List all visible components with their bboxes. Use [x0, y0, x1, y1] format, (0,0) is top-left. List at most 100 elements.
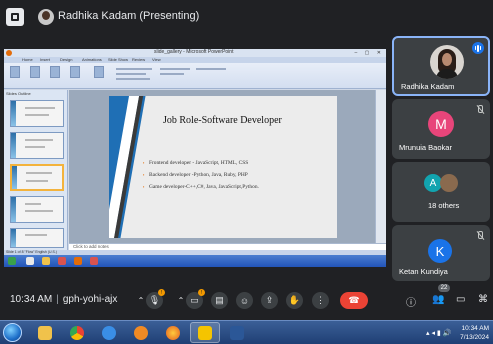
presentation-icon[interactable]	[6, 8, 24, 26]
camera-toggle-button[interactable]: ▭!	[186, 289, 205, 309]
chrome-icon	[70, 325, 84, 340]
system-clock[interactable]: 10:34 AM 7/13/2024	[460, 324, 489, 342]
slide-thumbnail[interactable]	[10, 196, 64, 223]
ribbon-tab-animations[interactable]: Animations	[82, 57, 102, 62]
emoji-button[interactable]: ☺	[236, 292, 253, 309]
slide-thumbnail[interactable]	[10, 132, 64, 159]
firefox-icon	[166, 325, 180, 340]
slide-thumbnail[interactable]	[10, 100, 64, 127]
people-count-badge: 22	[438, 284, 450, 292]
start-icon	[8, 257, 16, 265]
vertical-scrollbar[interactable]	[375, 90, 386, 243]
shared-taskbar	[4, 255, 386, 267]
system-tray-icons[interactable]: ▴ ◂ ▮ 🔊	[426, 329, 451, 337]
windows-taskbar: ▴ ◂ ▮ 🔊 10:34 AM 7/13/2024	[0, 320, 493, 344]
participant-avatar: K	[428, 239, 452, 263]
ribbon-button[interactable]	[50, 66, 60, 78]
participant-name: Radhika Kadam	[401, 82, 455, 91]
raise-hand-button[interactable]: ✋	[286, 292, 303, 309]
slide-title: Job Role-Software Developer	[163, 115, 282, 126]
ribbon-tab-insert[interactable]: Insert	[40, 57, 50, 62]
media-player-icon	[134, 325, 148, 340]
internet-explorer-icon	[102, 325, 116, 340]
ribbon-option[interactable]	[116, 78, 150, 80]
slide-thumbnail-selected[interactable]	[10, 164, 64, 191]
people-icon[interactable]: 👥	[432, 294, 444, 305]
activities-icon[interactable]: ⌘	[478, 294, 488, 305]
participant-tile-others[interactable]: A 18 others	[392, 162, 490, 222]
top-bar: Radhika Kadam (Presenting)	[0, 0, 493, 34]
ribbon-tab-home[interactable]: Home	[22, 57, 33, 62]
camera-options-chevron-icon[interactable]: ⌃	[176, 292, 186, 309]
ribbon-button[interactable]	[94, 66, 104, 78]
word-icon	[230, 325, 244, 340]
ribbon-option[interactable]	[116, 73, 146, 75]
ribbon-option[interactable]	[196, 68, 226, 70]
clock-time: 10:34 AM	[461, 325, 489, 332]
participant-avatar-photo	[440, 174, 458, 192]
captions-button[interactable]: ▤	[211, 292, 228, 309]
ribbon-button[interactable]	[70, 66, 80, 78]
taskbar-app-media[interactable]	[126, 322, 156, 343]
office-button-icon[interactable]	[6, 50, 12, 56]
slides-panel: Slides Outline	[4, 90, 68, 250]
mic-options-chevron-icon[interactable]: ⌃	[136, 292, 146, 309]
ribbon-tab-review[interactable]: Review	[132, 57, 145, 62]
ribbon	[4, 63, 386, 89]
leave-call-button[interactable]: ☎	[340, 292, 368, 309]
slides-panel-tabs[interactable]: Slides Outline	[6, 91, 31, 96]
mic-toggle-button[interactable]: 🎙!	[146, 289, 165, 309]
ribbon-tab-slide-show[interactable]: Slide Show	[108, 57, 128, 62]
slide-canvas: Job Role-Software Developer Frontend dev…	[69, 90, 375, 243]
participant-avatar: M	[428, 111, 454, 137]
current-slide[interactable]: Job Role-Software Developer Frontend dev…	[109, 96, 337, 238]
taskbar-app-ie[interactable]	[94, 322, 124, 343]
chat-icon[interactable]: ▭	[456, 294, 465, 305]
more-options-button[interactable]: ⋮	[312, 292, 329, 309]
participant-photo	[430, 45, 464, 79]
ribbon-tab-design[interactable]: Design	[60, 57, 72, 62]
start-button[interactable]	[3, 323, 22, 342]
participant-tile-self[interactable]: Radhika Kadam	[392, 36, 490, 96]
presenter-name: Radhika Kadam (Presenting)	[58, 10, 200, 22]
meeting-details-icon[interactable]: ⓘ	[406, 294, 416, 309]
presenter-avatar	[38, 9, 54, 25]
app-icon	[90, 257, 98, 265]
notes-pane[interactable]: Click to add notes	[69, 243, 386, 250]
ribbon-button[interactable]	[30, 66, 40, 78]
slide-bullet: Frontend developer - JavaScript, HTML, C…	[143, 160, 259, 166]
participant-tile[interactable]: M Mrunuia Baokar	[392, 99, 490, 159]
meeting-info: 10:34 AM | gph-yohi-ajx	[10, 294, 118, 305]
others-count: 18 others	[428, 201, 460, 210]
slide-bullet-list: Frontend developer - JavaScript, HTML, C…	[143, 160, 259, 196]
slide-thumbnail[interactable]	[10, 228, 64, 248]
powerpoint-window-title: slide_gallery - Microsoft PowerPoint	[154, 49, 234, 55]
app-icon	[58, 257, 66, 265]
taskbar-app-explorer[interactable]	[30, 322, 60, 343]
ribbon-tab-view[interactable]: View	[152, 57, 161, 62]
app-icon	[26, 257, 34, 265]
ribbon-option[interactable]	[160, 68, 190, 70]
app-icon	[198, 325, 212, 340]
participant-name: Mrunuia Baokar	[399, 143, 452, 152]
slide-bullet: Game developer-C++,C#, Java, JavaScript,…	[143, 184, 259, 190]
folder-icon	[38, 325, 52, 340]
clock-date: 7/13/2024	[460, 334, 489, 341]
taskbar-app-chrome[interactable]	[62, 322, 92, 343]
participant-name: Ketan Kundiya	[399, 267, 448, 276]
status-text: Slide 1 of 8 "Flow" English (U.S.)	[6, 250, 57, 254]
ribbon-button[interactable]	[10, 66, 20, 78]
shared-screen: slide_gallery - Microsoft PowerPoint – ▢…	[4, 49, 386, 267]
ribbon-option[interactable]	[160, 73, 184, 75]
speaking-indicator-icon	[472, 42, 484, 54]
taskbar-app-word[interactable]	[222, 322, 252, 343]
meeting-code: gph-yohi-ajx	[62, 294, 118, 305]
present-screen-button[interactable]: ⇪	[261, 292, 278, 309]
mic-off-icon	[475, 231, 484, 241]
taskbar-app-active[interactable]	[190, 322, 220, 343]
meeting-time: 10:34 AM	[10, 294, 53, 305]
window-controls[interactable]: – ▢ ✕	[355, 50, 384, 56]
participant-tile[interactable]: K Ketan Kundiya	[392, 225, 490, 281]
taskbar-app-firefox[interactable]	[158, 322, 188, 343]
ribbon-option[interactable]	[116, 68, 152, 70]
